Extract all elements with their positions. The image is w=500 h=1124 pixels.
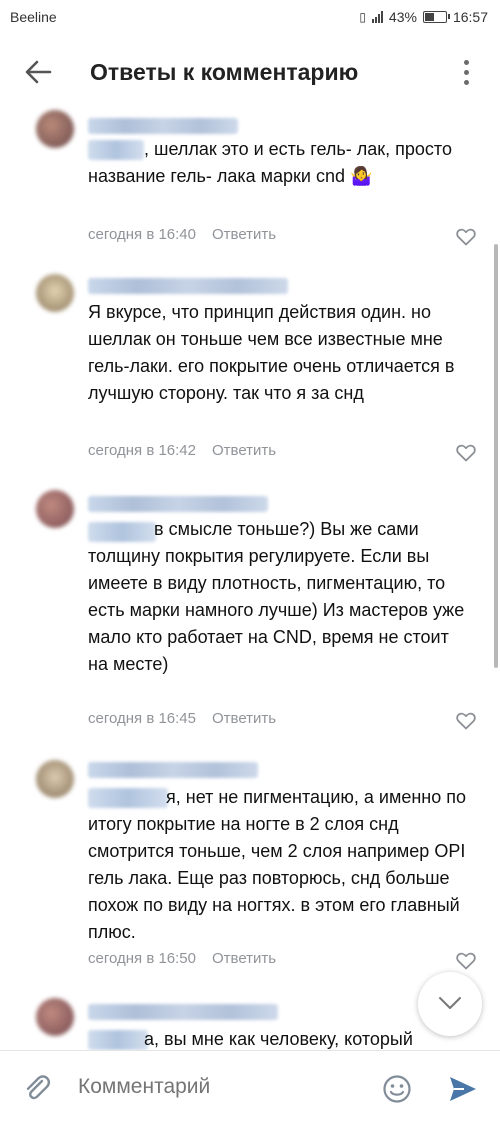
comment-time: сегодня в 16:45 [88, 710, 196, 727]
chevron-down-icon [439, 997, 461, 1009]
avatar[interactable] [36, 998, 74, 1036]
heart-outline-icon[interactable] [456, 712, 476, 730]
comment-time: сегодня в 16:50 [88, 950, 196, 967]
comment-text: в смысле тоньше?) Вы же сами толщину пок… [88, 519, 465, 674]
comment-meta: сегодня в 16:50 Ответить [88, 950, 276, 967]
heart-outline-icon[interactable] [456, 444, 476, 462]
scroll-down-button[interactable] [418, 972, 482, 1036]
comment-meta: сегодня в 16:42 Ответить [88, 442, 276, 459]
comment-time: сегодня в 16:40 [88, 226, 196, 243]
author-name-blurred[interactable] [88, 118, 238, 134]
comment-time: сегодня в 16:42 [88, 442, 196, 459]
comment-feed[interactable]: , шеллак это и есть гель- лак, просто на… [0, 104, 500, 1050]
vibrate-icon: ▯ [359, 10, 366, 24]
avatar[interactable] [36, 490, 74, 528]
page-title: Ответы к комментарию [90, 59, 359, 85]
signal-icon [371, 11, 383, 23]
status-icons: ▯ 43% 16:57 [359, 9, 488, 25]
comment-text: , шеллак это и есть гель- лак, просто на… [88, 139, 452, 186]
attach-button[interactable] [22, 1073, 52, 1108]
reply-button[interactable]: Ответить [212, 950, 276, 967]
comment-meta: сегодня в 16:40 Ответить [88, 226, 276, 243]
comment-text: Я вкурсе, что принцип действия один. но … [88, 302, 455, 403]
avatar[interactable] [36, 760, 74, 798]
back-button[interactable] [24, 60, 52, 84]
top-bar: Ответы к комментарию [0, 36, 500, 110]
battery-icon [422, 11, 450, 23]
avatar[interactable] [36, 274, 74, 312]
status-bar: Beeline ▯ 43% 16:57 [0, 0, 500, 36]
author-name-blurred[interactable] [88, 762, 258, 778]
emoji-button[interactable] [382, 1074, 412, 1109]
scrollbar[interactable] [494, 244, 498, 668]
comment-composer [0, 1050, 500, 1124]
smiley-icon [383, 1075, 411, 1103]
comment-text: а, вы мне как человеку, который [144, 1029, 413, 1049]
comment-meta: сегодня в 16:45 Ответить [88, 710, 276, 727]
author-name-blurred[interactable] [88, 496, 268, 512]
author-name-blurred[interactable] [88, 1004, 278, 1020]
clock: 16:57 [452, 9, 488, 25]
reply-button[interactable]: Ответить [212, 226, 276, 243]
author-name-blurred[interactable] [88, 278, 288, 294]
reply-button[interactable]: Ответить [212, 710, 276, 727]
reply-button[interactable]: Ответить [212, 442, 276, 459]
carrier-label: Beeline [10, 9, 57, 25]
avatar[interactable] [36, 110, 74, 148]
battery-percent: 43% [388, 9, 417, 25]
heart-outline-icon[interactable] [456, 952, 476, 970]
comment-input[interactable] [78, 1075, 358, 1099]
send-button[interactable] [448, 1075, 478, 1108]
more-vertical-icon [464, 60, 469, 65]
paperclip-icon [26, 1075, 51, 1100]
heart-outline-icon[interactable] [456, 228, 476, 246]
more-options-button[interactable] [464, 60, 470, 85]
comment-text: я, нет не пигментацию, а именно по итогу… [88, 787, 467, 942]
send-icon [450, 1077, 476, 1101]
arrow-left-icon [25, 60, 52, 84]
